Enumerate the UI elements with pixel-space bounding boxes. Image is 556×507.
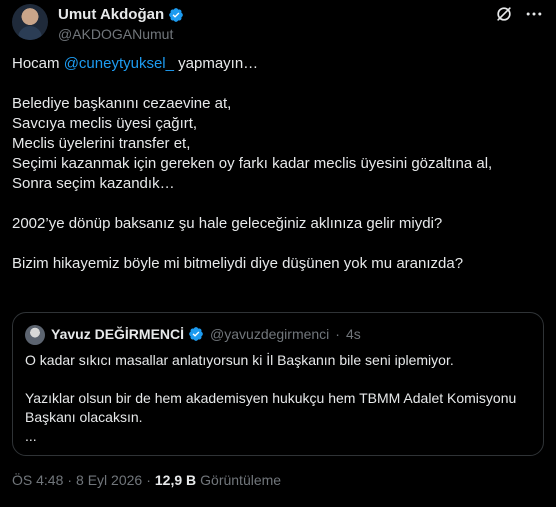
tweet-time[interactable]: ÖS 4:48 [12,472,63,488]
tweet-footer: ÖS 4:48 · 8 Eyl 2026 · 12,9 B Görüntülem… [12,472,281,488]
quoted-line: ... [25,428,37,444]
footer-separator: · [67,472,73,488]
tweet-line: Belediye başkanını cezaevine at, [12,95,232,112]
grok-icon[interactable] [494,4,514,24]
quoted-line: Yazıklar olsun bir de hem akademisyen hu… [25,390,517,425]
quoted-author-handle: @yavuzdegirmenci [210,326,330,342]
quoted-tweet-text: O kadar sıkıcı masallar anlatıyorsun ki … [25,351,530,446]
tweet-line: Hocam @cuneytyuksel_ yapmayın… [12,54,544,74]
quoted-author-name: Yavuz DEĞİRMENCİ [51,326,185,342]
more-options-icon[interactable] [524,4,544,24]
tweet-line: Sonra seçim kazandık… [12,175,175,192]
author-avatar[interactable] [12,4,48,40]
tweet-line: Savcıya meclis üyesi çağırt, [12,115,198,132]
quoted-time: 4s [345,326,361,342]
mention-link[interactable]: @cuneytyuksel_ [64,55,174,72]
quoted-author-row: Yavuz DEĞİRMENCİ @yavuzdegirmenci · 4s [51,326,361,342]
tweet-line: 2002’ye dönüp baksanız şu hale geleceğin… [12,215,443,232]
tweet-header: Umut Akdoğan @AKDOGANumut [12,4,544,44]
author-handle[interactable]: @AKDOGANumut [58,26,173,42]
quoted-author-avatar [25,325,45,345]
quoted-separator: · [335,326,340,342]
views-label: Görüntüleme [200,472,282,488]
tweet-text-segment: yapmayın… [173,55,259,72]
verified-badge-icon [189,327,203,341]
quoted-line: O kadar sıkıcı masallar anlatıyorsun ki … [25,352,454,368]
tweet-line: Seçimi kazanmak için gereken oy farkı ka… [12,155,493,172]
tweet-line: Meclis üyelerini transfer et, [12,135,191,152]
tweet-line: Bizim hikayemiz böyle mi bitmeliydi diye… [12,255,464,272]
footer-separator: · [146,472,151,488]
author-display-name[interactable]: Umut Akdoğan [58,6,164,23]
tweet-text-segment: Hocam [12,55,64,72]
author-name-row: Umut Akdoğan [58,6,184,23]
verified-badge-icon [169,7,183,22]
quoted-tweet[interactable]: Yavuz DEĞİRMENCİ @yavuzdegirmenci · 4s O… [12,312,544,456]
tweet-date[interactable]: 8 Eyl 2026 [76,472,142,488]
views-count: 12,9 B [154,472,197,488]
tweet-text: Hocam @cuneytyuksel_ yapmayın… Belediye … [12,54,544,274]
